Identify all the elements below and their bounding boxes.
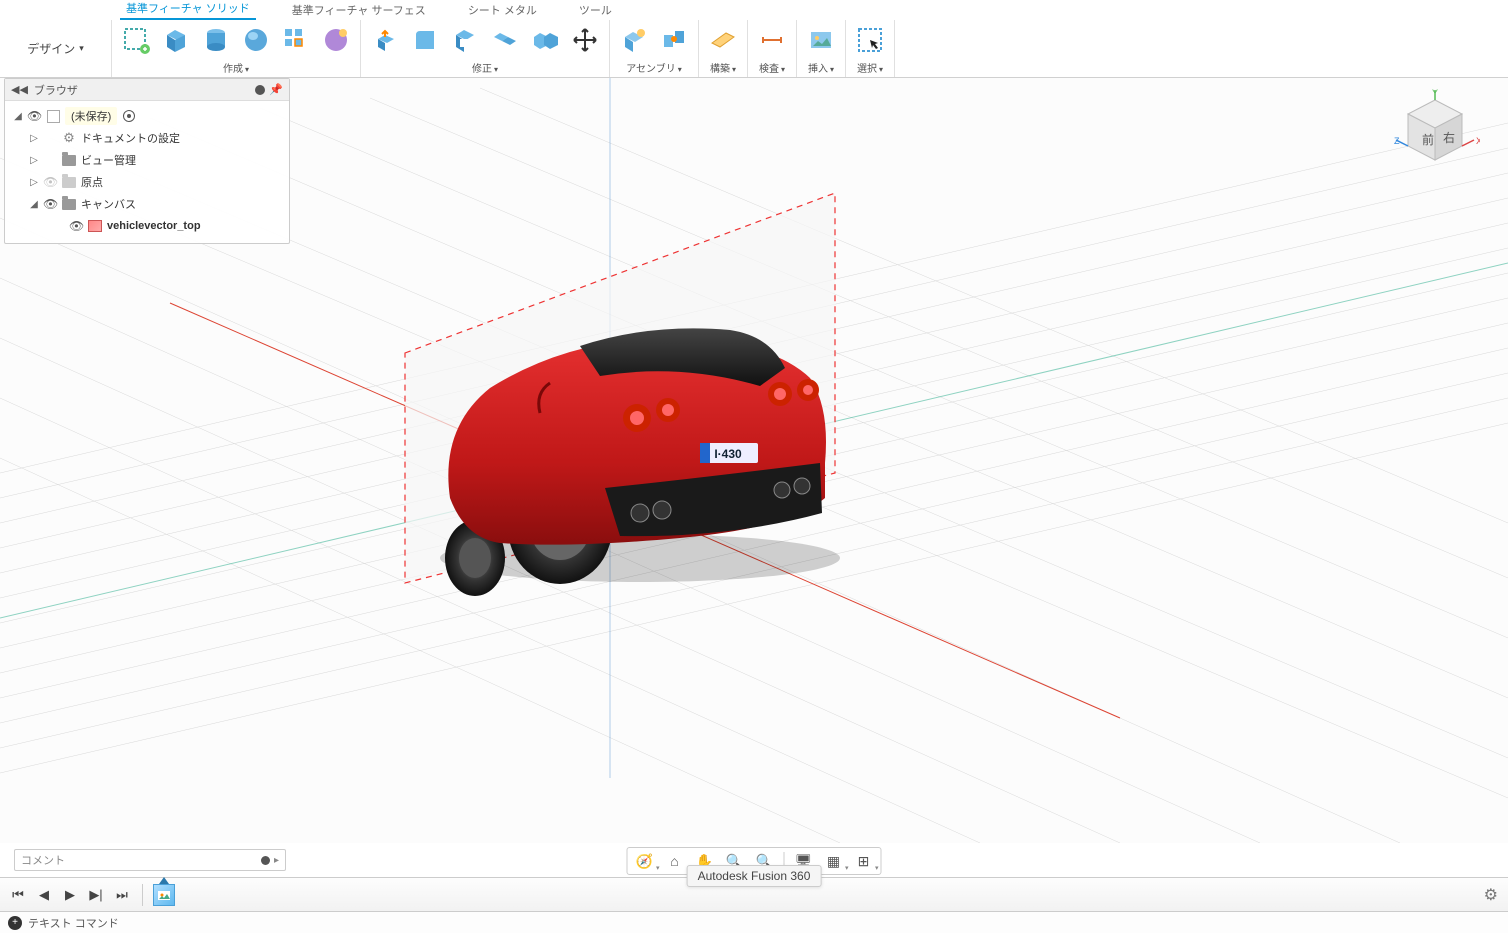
tree-viewmgr[interactable]: ▷ ビュー管理 [7,149,287,171]
plane-button[interactable] [705,22,741,58]
ribbon-label-inspect[interactable]: 検査▾ [754,60,790,75]
expand-icon[interactable]: ▸ [274,855,279,866]
lookat-button[interactable]: ⌂ [664,850,686,872]
move-button[interactable] [567,22,603,58]
folder-icon [61,196,77,212]
status-bar: + テキスト コマンド [0,911,1508,933]
split-button[interactable] [527,22,563,58]
ribbon-group-inspect: 検査▾ [748,20,797,77]
svg-text:前: 前 [1422,132,1434,147]
root-label: (未保存) [65,107,117,125]
license-plate-text: I·430 [714,447,742,461]
combine-button[interactable] [487,22,523,58]
comments-placeholder: コメント [21,852,65,868]
docset-label: ドキュメントの設定 [81,130,180,146]
viewmgr-label: ビュー管理 [81,152,136,168]
ribbon-label-insert[interactable]: 挿入▾ [803,60,839,75]
select-button[interactable] [852,22,888,58]
comments-bar[interactable]: コメント ▸ [14,849,286,871]
ribbon-group-assembly: アセンブリ▾ [610,20,699,77]
tree-canvas-item[interactable]: 👁 vehiclevector_top [7,215,287,237]
tab-tool[interactable]: ツール [573,0,618,20]
viewcube[interactable]: 前 右 Y X Z [1390,88,1480,178]
canvas-item-label: vehiclevector_top [107,220,201,232]
ribbon-label-select[interactable]: 選択▾ [852,60,888,75]
cylinder-button[interactable] [198,22,234,58]
workspace-selector[interactable]: デザイン ▾ [0,20,112,77]
tree-docset[interactable]: ▷⚙ ドキュメントの設定 [7,127,287,149]
timeline-settings-button[interactable]: ⚙ [1484,885,1498,905]
collapse-browser-button[interactable]: ◀◀ [11,83,28,96]
ribbon-label-assembly[interactable]: アセンブリ▾ [616,60,692,75]
tab-surface[interactable]: 基準フィーチャ サーフェス [286,0,432,20]
workspace-tabs: 基準フィーチャ ソリッド 基準フィーチャ サーフェス シート メタル ツール [0,0,1508,20]
derive-button[interactable] [318,22,354,58]
pin-icon[interactable]: 📌 [269,83,283,96]
expand-textcmd-button[interactable]: + [8,916,22,930]
origin-label: 原点 [81,174,103,190]
minimize-dot-icon[interactable] [261,856,270,865]
browser-title: ブラウザ [34,82,78,98]
insert-button[interactable] [803,22,839,58]
pattern-button[interactable] [278,22,314,58]
status-textcmd-label: テキスト コマンド [28,915,119,931]
timeline-canvas-feature[interactable] [153,884,175,906]
shell-button[interactable] [447,22,483,58]
activate-radio-icon[interactable] [123,110,135,122]
tree-origin[interactable]: ▷👁 原点 [7,171,287,193]
minimize-dot-icon[interactable] [255,85,265,95]
timeline-stepfwd-button[interactable]: ▶| [86,885,106,905]
timeline-start-button[interactable]: ⏮ [8,885,28,905]
timeline-stepback-button[interactable]: ◀ [34,885,54,905]
svg-text:右: 右 [1443,130,1455,145]
measure-button[interactable] [754,22,790,58]
workspace-label: デザイン [27,40,75,57]
joint-button[interactable] [656,22,692,58]
orbit-button[interactable]: 🧭▾ [634,850,656,872]
tree-canvases[interactable]: ◢👁 キャンバス [7,193,287,215]
ribbon-group-select: 選択▾ [846,20,895,77]
browser-panel: ◀◀ ブラウザ 📌 ◢👁 (未保存) ▷⚙ ドキュメントの設定 ▷ ビュー管理 … [4,78,290,244]
ribbon-label-create[interactable]: 作成▾ [118,60,354,75]
tab-solid[interactable]: 基準フィーチャ ソリッド [120,0,256,20]
tab-sheetmetal[interactable]: シート メタル [462,0,543,20]
new-component-button[interactable] [616,22,652,58]
viewport-button[interactable]: ⊞▾ [853,850,875,872]
folder-icon [61,174,77,190]
ribbon-group-insert: 挿入▾ [797,20,846,77]
browser-tree: ◢👁 (未保存) ▷⚙ ドキュメントの設定 ▷ ビュー管理 ▷👁 原点 ◢👁 キ… [5,101,289,243]
svg-text:X: X [1476,136,1480,146]
timeline-end-button[interactable]: ⏭ [112,885,132,905]
app-name-tooltip: Autodesk Fusion 360 [687,865,822,887]
grid-button[interactable]: ▦▾ [823,850,845,872]
canvases-label: キャンバス [81,196,136,212]
gear-icon: ⚙ [61,130,77,146]
ribbon-group-modify: 修正▾ [361,20,610,77]
fillet-button[interactable] [407,22,443,58]
chevron-down-icon: ▾ [79,43,84,54]
ribbon-label-modify[interactable]: 修正▾ [367,60,603,75]
timeline-play-button[interactable]: ▶ [60,885,80,905]
ribbon-group-construct: 構築▾ [699,20,748,77]
sketch-button[interactable] [118,22,154,58]
folder-icon [61,152,77,168]
sphere-button[interactable] [238,22,274,58]
box-button[interactable] [158,22,194,58]
tree-root[interactable]: ◢👁 (未保存) [7,105,287,127]
ribbon: デザイン ▾ 作成▾ 修正▾ アセンブリ▾ [0,20,1508,78]
image-icon [87,218,103,234]
ribbon-group-create: 作成▾ [112,20,361,77]
presspull-button[interactable] [367,22,403,58]
ribbon-label-construct[interactable]: 構築▾ [705,60,741,75]
